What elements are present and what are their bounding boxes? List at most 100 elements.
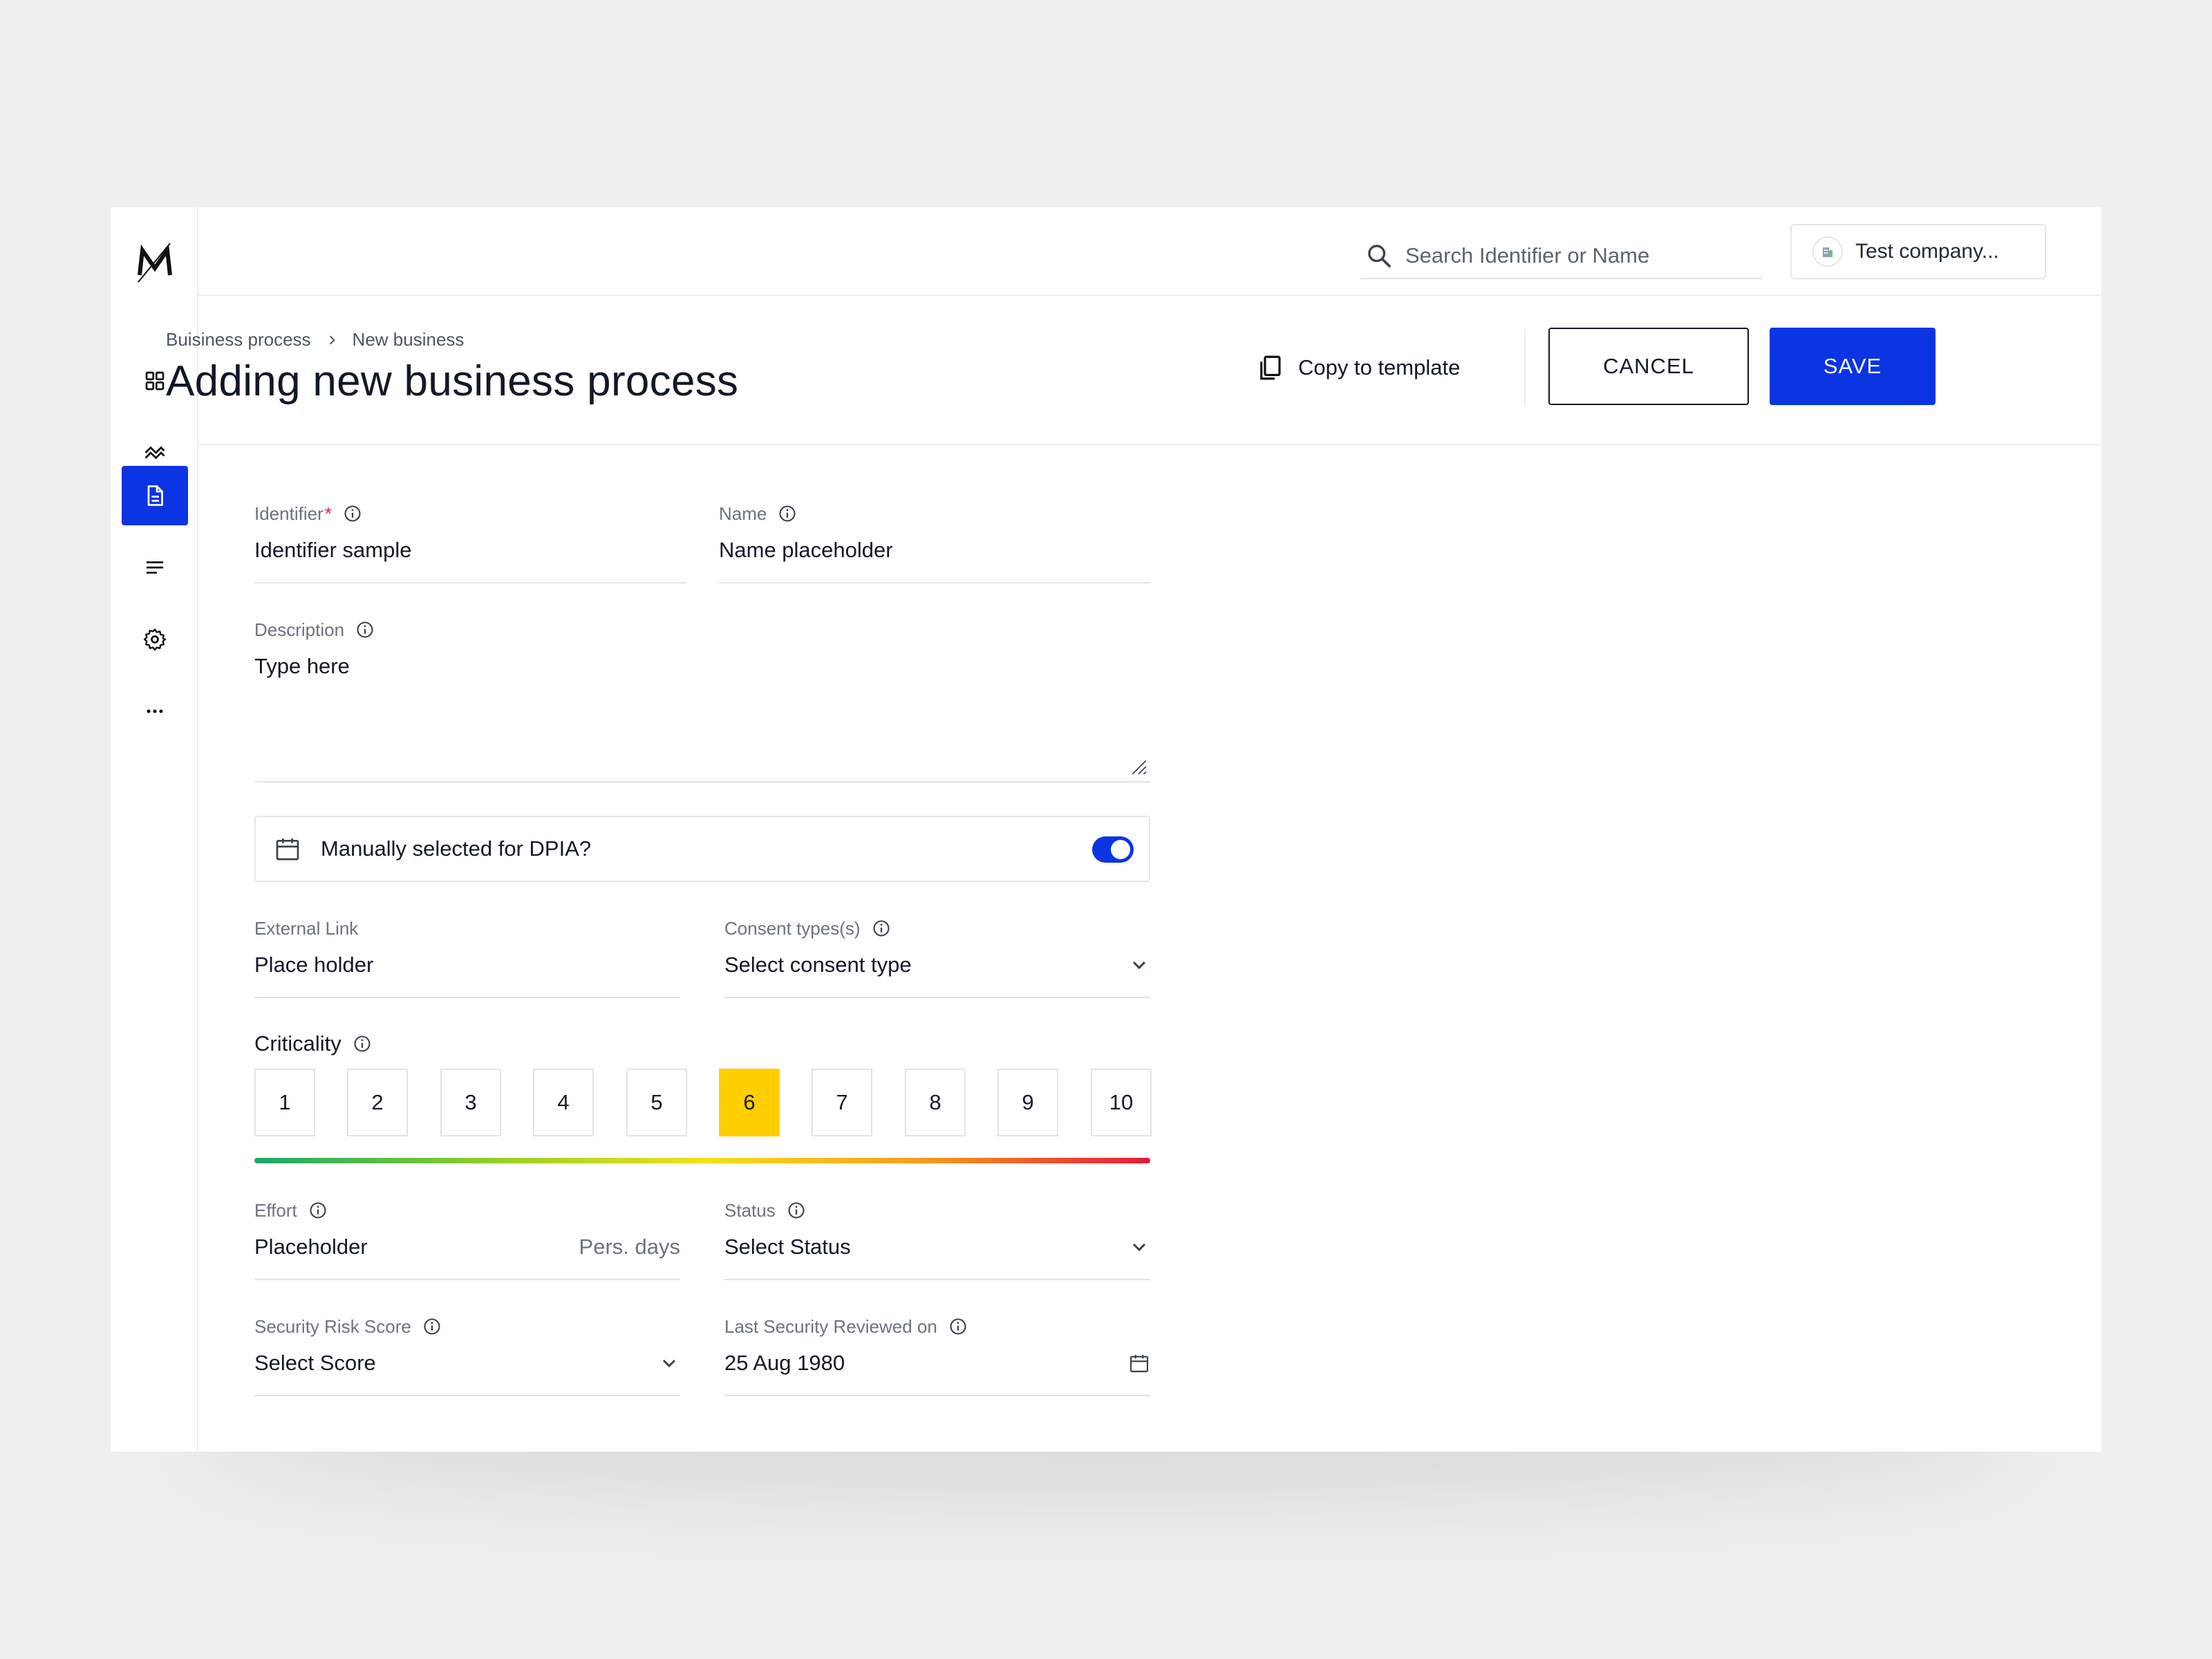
name-field[interactable]: Name Name placeholder: [719, 502, 1150, 583]
name-label: Name: [719, 503, 767, 524]
info-icon[interactable]: [343, 504, 362, 523]
nav-more[interactable]: [122, 682, 188, 741]
last-reviewed-label-row: Last Security Reviewed on: [724, 1315, 1150, 1338]
effort-field[interactable]: Effort Placeholder Pers. days: [254, 1199, 680, 1280]
name-underline: [719, 582, 1150, 583]
required-mark: *: [324, 503, 332, 524]
dpia-label: Manually selected for DPIA?: [321, 836, 592, 861]
criticality-option[interactable]: 7: [812, 1069, 872, 1136]
security-risk-label: Security Risk Score: [254, 1315, 411, 1337]
company-selector[interactable]: Test company...: [1790, 224, 2046, 279]
security-risk-underline: [254, 1395, 680, 1396]
company-name: Test company...: [1855, 240, 1999, 263]
breadcrumb: Buisiness process New business: [166, 329, 464, 350]
logo[interactable]: [135, 241, 174, 285]
save-button[interactable]: SAVE: [1770, 328, 1936, 405]
last-reviewed-date-input[interactable]: 25 Aug 1980: [724, 1349, 1150, 1377]
calendar-icon[interactable]: [1128, 1352, 1150, 1374]
consent-select[interactable]: Select consent type: [724, 951, 1150, 979]
security-risk-field[interactable]: Security Risk Score Select Score: [254, 1315, 680, 1396]
chevron-down-icon: [662, 1359, 676, 1368]
status-label: Status: [724, 1199, 776, 1221]
info-icon[interactable]: [787, 1201, 806, 1220]
consent-label: Consent types(s): [724, 917, 861, 939]
chevron-down-icon: [1132, 1243, 1146, 1252]
info-icon[interactable]: [422, 1317, 442, 1336]
cancel-button[interactable]: CANCEL: [1548, 328, 1749, 405]
identifier-input[interactable]: Identifier sample: [254, 536, 686, 564]
criticality-gradient-bar: [254, 1158, 1150, 1163]
nav-settings[interactable]: [122, 610, 188, 669]
nav-documents[interactable]: [122, 466, 188, 525]
header-divider: [1524, 329, 1526, 405]
info-icon[interactable]: [872, 919, 891, 938]
status-field[interactable]: Status Select Status: [724, 1199, 1150, 1280]
breadcrumb-item-new-business: New business: [352, 329, 465, 350]
effort-underline: [254, 1279, 680, 1280]
consent-label-row: Consent types(s): [724, 917, 1150, 940]
external-link-field[interactable]: External Link Place holder: [254, 917, 680, 998]
nav-list[interactable]: [122, 538, 188, 597]
resize-handle-icon[interactable]: [1130, 758, 1147, 776]
criticality-label: Criticality: [254, 1031, 341, 1056]
criticality-option[interactable]: 3: [440, 1069, 501, 1136]
criticality-option[interactable]: 1: [254, 1069, 315, 1136]
effort-label: Effort: [254, 1199, 297, 1221]
identifier-label-row: Identifier *: [254, 502, 686, 525]
description-label: Description: [254, 619, 345, 640]
chevron-down-icon: [1132, 961, 1146, 970]
consent-type-field[interactable]: Consent types(s) Select consent type: [724, 917, 1150, 998]
status-label-row: Status: [724, 1199, 1150, 1222]
criticality-option[interactable]: 8: [905, 1069, 966, 1136]
description-textarea[interactable]: Type here: [254, 653, 1150, 680]
company-avatar: [1812, 236, 1843, 267]
effort-unit: Pers. days: [579, 1235, 680, 1259]
search-box[interactable]: [1360, 234, 1762, 279]
last-reviewed-label: Last Security Reviewed on: [724, 1315, 937, 1337]
external-link-input[interactable]: Place holder: [254, 951, 680, 979]
description-underline: [254, 781, 1150, 782]
info-icon[interactable]: [778, 504, 797, 523]
last-reviewed-field[interactable]: Last Security Reviewed on 25 Aug 1980: [724, 1315, 1150, 1396]
document-icon: [147, 485, 163, 506]
security-risk-label-row: Security Risk Score: [254, 1315, 680, 1338]
name-input[interactable]: Name placeholder: [719, 536, 1150, 564]
description-field[interactable]: Description Type here: [254, 618, 1150, 782]
criticality-label-row: Criticality: [254, 1031, 372, 1056]
criticality-option[interactable]: 6: [719, 1069, 780, 1136]
effort-label-row: Effort: [254, 1199, 680, 1222]
grid-icon: [145, 371, 165, 391]
consent-select-value: Select consent type: [724, 953, 912, 977]
info-icon[interactable]: [308, 1201, 328, 1220]
criticality-option[interactable]: 5: [626, 1069, 687, 1136]
identifier-field[interactable]: Identifier * Identifier sample: [254, 502, 686, 583]
building-icon: [1823, 247, 1833, 257]
security-risk-select-value: Select Score: [254, 1351, 376, 1375]
copy-to-template-button[interactable]: Copy to template: [1255, 350, 1460, 386]
criticality-option[interactable]: 10: [1091, 1069, 1152, 1136]
criticality-option[interactable]: 2: [347, 1069, 408, 1136]
chevron-right-icon: [329, 335, 335, 345]
effort-input[interactable]: Placeholder Pers. days: [254, 1233, 680, 1261]
external-link-label: External Link: [254, 917, 359, 939]
dpia-toggle-switch[interactable]: [1092, 836, 1134, 863]
dpia-toggle-row[interactable]: Manually selected for DPIA?: [254, 816, 1150, 882]
identifier-underline: [254, 582, 686, 583]
external-link-label-row: External Link: [254, 917, 680, 940]
info-icon[interactable]: [355, 620, 375, 639]
info-icon[interactable]: [948, 1317, 968, 1336]
criticality-option[interactable]: 9: [997, 1069, 1058, 1136]
calendar-icon: [276, 838, 299, 861]
criticality-option[interactable]: 4: [533, 1069, 594, 1136]
name-label-row: Name: [719, 502, 1150, 525]
status-select[interactable]: Select Status: [724, 1233, 1150, 1261]
search-input[interactable]: [1405, 243, 1737, 268]
search-icon: [1368, 245, 1391, 268]
security-risk-select[interactable]: Select Score: [254, 1349, 680, 1377]
description-label-row: Description: [254, 618, 1150, 641]
external-link-underline: [254, 997, 680, 998]
status-select-value: Select Status: [724, 1235, 851, 1259]
breadcrumb-item-business-process[interactable]: Buisiness process: [166, 329, 311, 350]
info-icon[interactable]: [353, 1034, 372, 1053]
list-icon: [147, 561, 163, 574]
